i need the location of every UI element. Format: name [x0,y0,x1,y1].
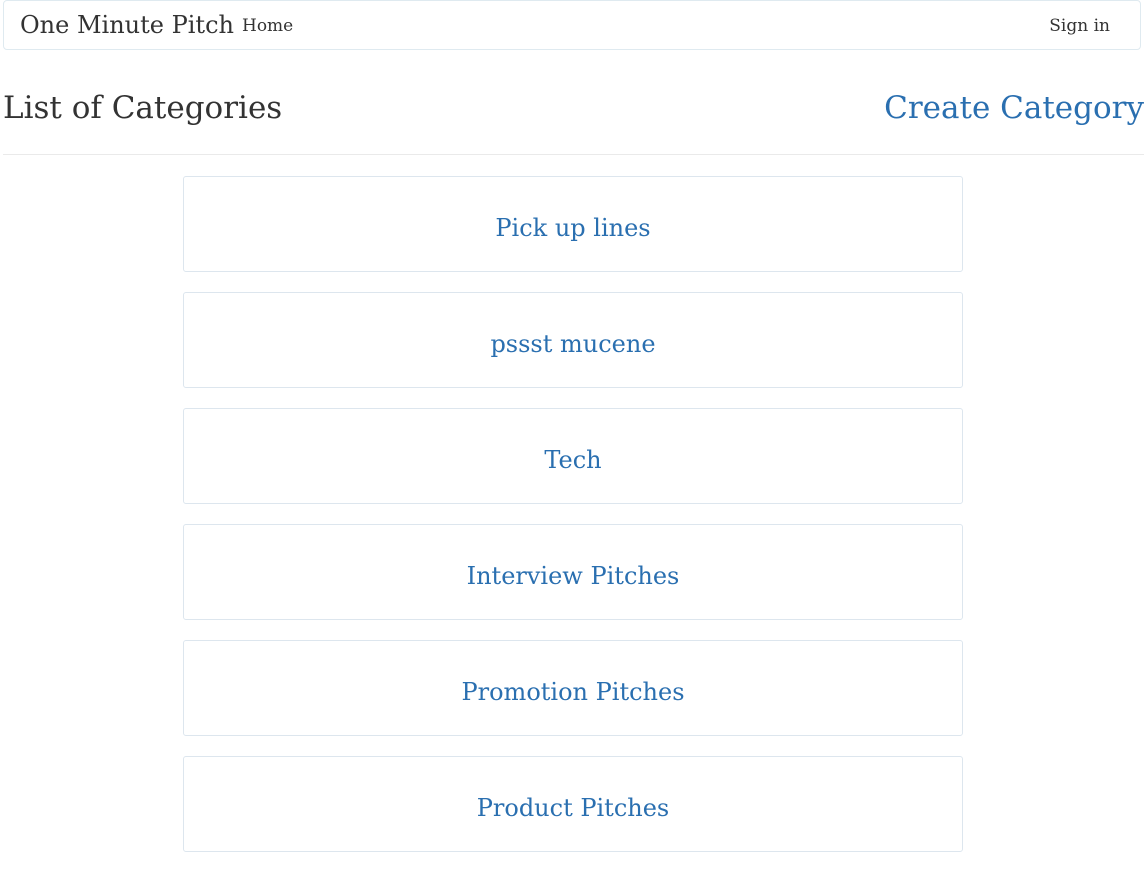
create-category-link[interactable]: Create Category [884,88,1144,128]
category-card: Pick up lines [183,176,963,272]
category-link[interactable]: Product Pitches [477,785,670,823]
brand-link[interactable]: One Minute Pitch [20,10,234,40]
category-card: pssst mucene [183,292,963,388]
category-card: Interview Pitches [183,524,963,620]
top-navbar: One Minute Pitch Home Sign in [3,0,1141,50]
category-card: Tech [183,408,963,504]
category-card: Promotion Pitches [183,640,963,736]
category-link[interactable]: Pick up lines [495,205,650,243]
category-card: Product Pitches [183,756,963,852]
category-link[interactable]: pssst mucene [490,321,655,359]
page-title: List of Categories [3,90,283,126]
category-link[interactable]: Tech [544,437,601,475]
category-link[interactable]: Promotion Pitches [461,669,684,707]
header-divider [3,154,1144,155]
nav-home-link[interactable]: Home [242,15,293,37]
nav-signin-link[interactable]: Sign in [1049,15,1110,37]
category-link[interactable]: Interview Pitches [467,553,680,591]
category-list: Pick up lines pssst mucene Tech Intervie… [183,176,963,872]
